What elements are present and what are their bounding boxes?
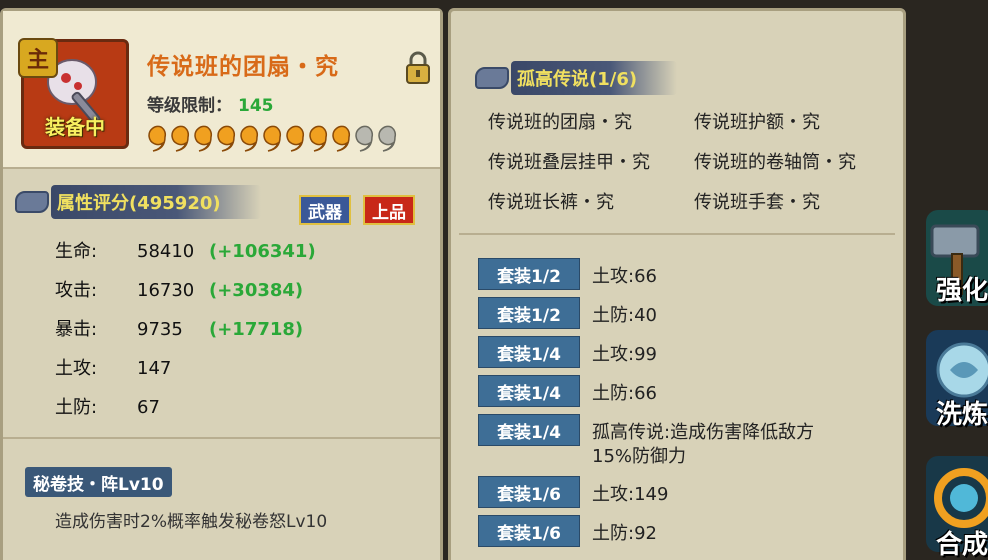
set-piece[interactable]: 传说班护额・究	[694, 108, 820, 134]
divider	[459, 233, 895, 235]
primary-badge: 主	[18, 38, 58, 78]
stat-row: 攻击: 16730 (+30384)	[55, 276, 303, 302]
refine-label: 洗炼	[936, 400, 988, 430]
refine-star-filled	[217, 125, 236, 152]
set-piece[interactable]: 传说班长裤・究	[488, 188, 614, 214]
refine-stars	[147, 125, 399, 153]
stat-value: 58410	[137, 241, 195, 262]
set-bonus-text: 孤高传说:造成伤害降低敌方	[592, 422, 815, 443]
set-bonus-badge: 套装1/2	[478, 297, 580, 329]
attribute-score: 属性评分(495920)	[51, 185, 261, 219]
stat-row: 土防: 67	[55, 393, 209, 419]
skill-header: 秘卷技・阵Lv10	[25, 467, 172, 497]
item-detail-panel: 主 装备中 传说班的团扇・究 等级限制： 145 属性评分(495920) 武器 …	[0, 8, 443, 560]
set-bonus-text: 土攻:149	[592, 484, 669, 505]
set-bonus-badge: 套装1/6	[478, 515, 580, 547]
set-piece[interactable]: 传说班的卷轴筒・究	[694, 148, 856, 174]
set-bonus-text-cont: 15%防御力	[592, 446, 687, 467]
refine-star-filled	[194, 125, 213, 152]
refine-star-filled	[309, 125, 328, 152]
stat-bonus: (+17718)	[209, 319, 304, 340]
stat-label: 攻击:	[55, 280, 98, 301]
refine-star-filled	[286, 125, 305, 152]
set-piece[interactable]: 传说班叠层挂甲・究	[488, 148, 650, 174]
refine-star-empty	[378, 125, 397, 152]
set-bonus-text: 土攻:99	[592, 344, 657, 365]
set-piece[interactable]: 传说班的团扇・究	[488, 108, 632, 134]
stat-row: 土攻: 147	[55, 354, 209, 380]
item-header: 主 装备中 传说班的团扇・究 等级限制： 145	[3, 11, 440, 169]
set-bonus-badge: 套装1/6	[478, 476, 580, 508]
item-name: 传说班的团扇・究	[147, 54, 339, 80]
refine-star-filled	[263, 125, 282, 152]
scroll-icon	[475, 67, 509, 89]
equipped-label: 装备中	[45, 115, 105, 139]
set-piece[interactable]: 传说班手套・究	[694, 188, 820, 214]
set-bonus-text: 土防:40	[592, 305, 657, 326]
set-bonus-badge: 套装1/2	[478, 258, 580, 290]
stat-value: 16730	[137, 280, 195, 301]
stat-bonus: (+30384)	[209, 280, 304, 301]
stat-row: 暴击: 9735 (+17718)	[55, 315, 303, 341]
set-bonus-badge: 套装1/4	[478, 336, 580, 368]
refine-star-filled	[148, 125, 167, 152]
stat-value: 147	[137, 358, 172, 379]
stat-label: 土防:	[55, 397, 98, 418]
stat-bonus: (+106341)	[209, 241, 316, 262]
set-header: 孤高传说(1/6)	[475, 61, 678, 95]
scroll-icon	[15, 191, 49, 213]
tag-grade: 上品	[363, 195, 415, 225]
stat-value: 9735	[137, 319, 183, 340]
set-bonus-badge: 套装1/4	[478, 414, 580, 446]
set-bonus-badge: 套装1/4	[478, 375, 580, 407]
set-bonus-text: 土攻:66	[592, 266, 657, 287]
lock-icon[interactable]	[403, 51, 433, 85]
stat-label: 暴击:	[55, 319, 98, 340]
item-icon[interactable]: 主 装备中	[18, 38, 129, 149]
stat-row: 生命: 58410 (+106341)	[55, 237, 316, 263]
stat-label: 土攻:	[55, 358, 98, 379]
attribute-header: 属性评分(495920)	[15, 185, 261, 219]
refine-star-filled	[240, 125, 259, 152]
skill-description: 造成伤害时2%概率触发秘卷怒Lv10	[55, 512, 328, 532]
level-value: 145	[238, 96, 274, 116]
level-label: 等级限制：	[147, 96, 232, 116]
tag-weapon: 武器	[299, 195, 351, 225]
refine-star-filled	[332, 125, 351, 152]
forge-label: 强化	[936, 276, 988, 306]
stat-label: 生命:	[55, 241, 98, 262]
set-bonus-text: 土防:92	[592, 523, 657, 544]
divider	[3, 437, 440, 439]
refine-star-empty	[355, 125, 374, 152]
set-bonus-text: 土防:66	[592, 383, 657, 404]
set-name: 孤高传说(1/6)	[511, 61, 678, 95]
level-requirement: 等级限制： 145	[147, 91, 274, 116]
combine-label: 合成	[936, 530, 988, 560]
stat-value: 67	[137, 397, 160, 418]
refine-star-filled	[171, 125, 190, 152]
